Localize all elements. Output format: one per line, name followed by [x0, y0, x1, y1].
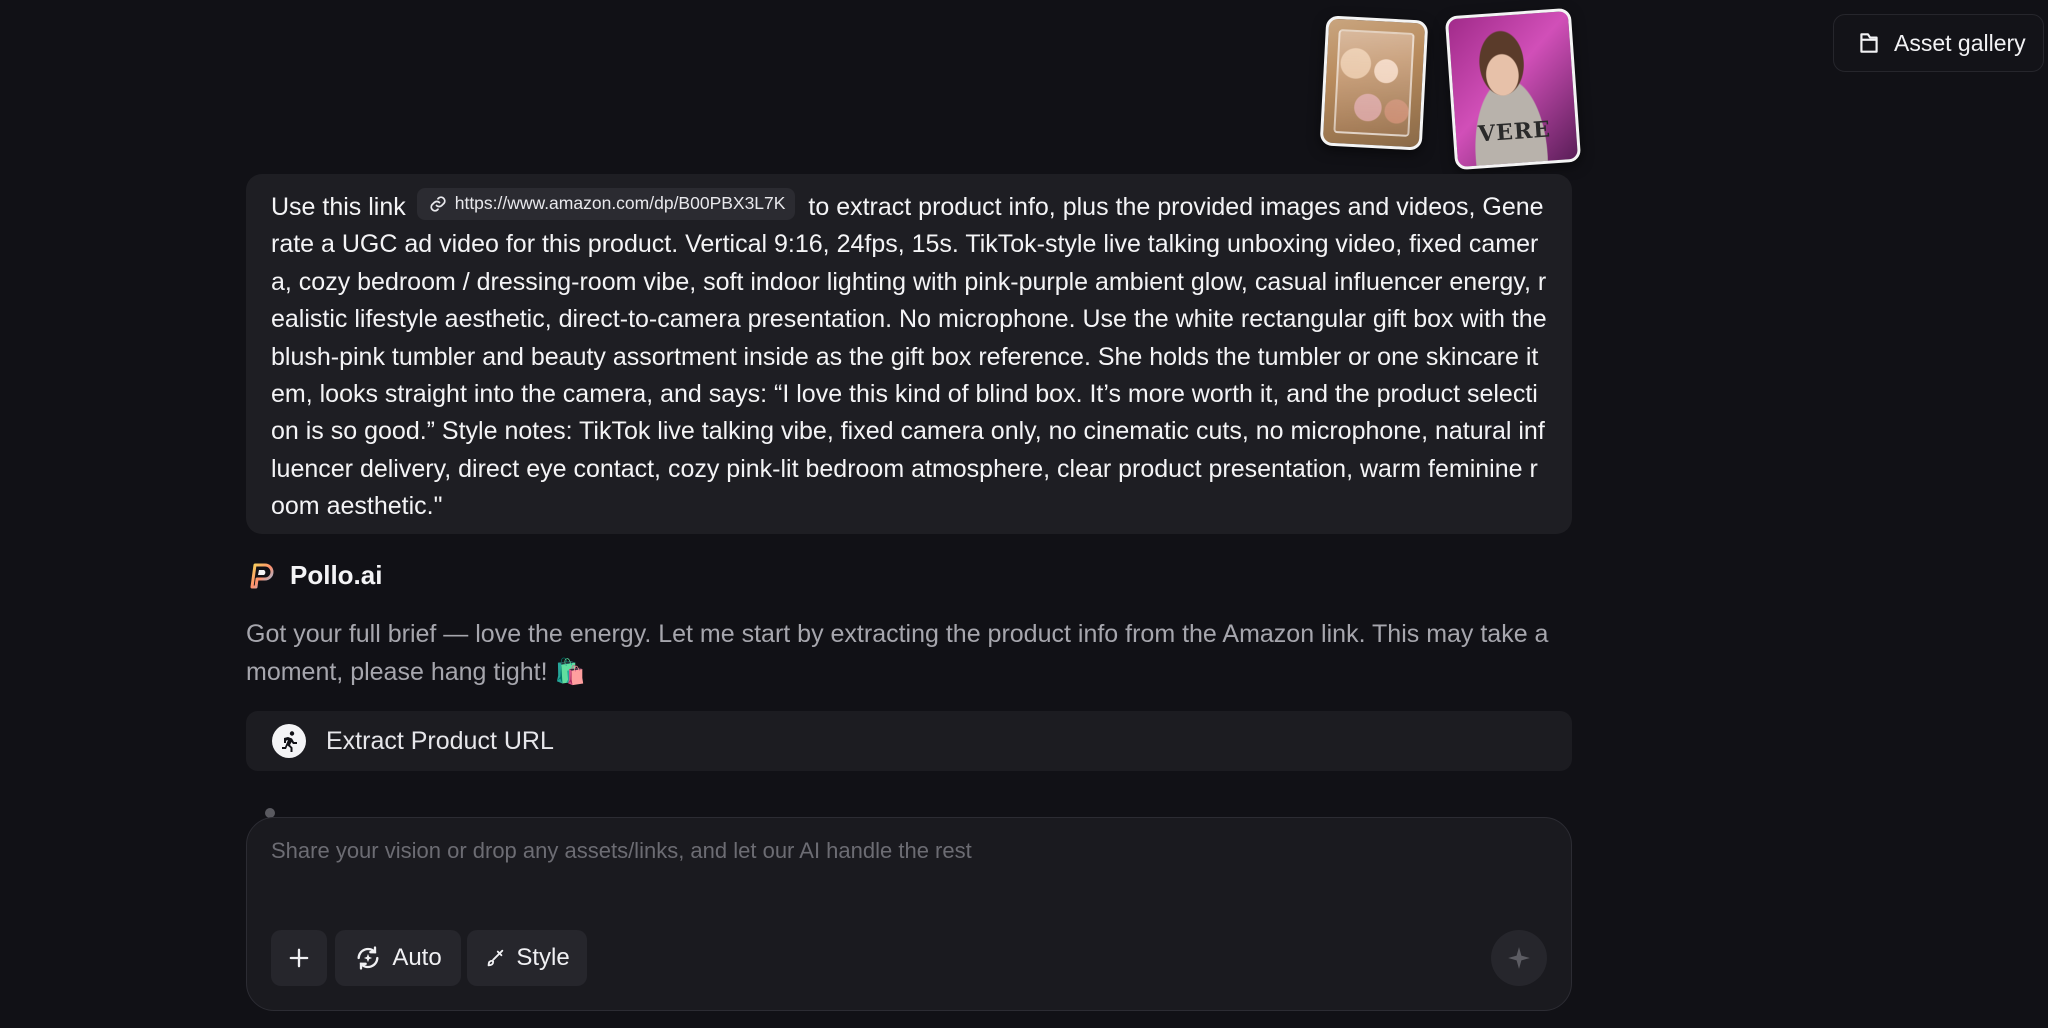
generate-button[interactable] [1491, 930, 1547, 986]
asset-gallery-label: Asset gallery [1894, 29, 2026, 56]
chat-page: Asset gallery VERE Use this link https:/… [0, 0, 2048, 1028]
running-icon [272, 724, 306, 758]
auto-label: Auto [392, 944, 442, 971]
link-icon [430, 196, 446, 212]
attachment-gift-box-thumbnail[interactable] [1319, 15, 1429, 151]
shirt-print-text: VERE [1477, 116, 1552, 148]
sparkle-icon [1508, 947, 1530, 969]
pollo-logo-icon [250, 563, 274, 588]
add-attachment-button[interactable] [271, 930, 327, 986]
folder-icon [1860, 33, 1878, 53]
style-button[interactable]: Style [467, 930, 587, 986]
asset-gallery-button[interactable]: Asset gallery [1833, 14, 2044, 72]
gift-box-image [1333, 29, 1415, 137]
plus-icon [289, 948, 309, 968]
tool-label: Extract Product URL [326, 726, 554, 755]
auto-mode-button[interactable]: Auto [335, 930, 461, 986]
brush-icon [487, 949, 504, 967]
prompt-input[interactable] [271, 838, 1471, 864]
style-label: Style [516, 944, 570, 971]
link-chip[interactable]: https://www.amazon.com/dp/B00PBX3L7K [416, 188, 796, 220]
user-message-prefix: Use this link [271, 193, 406, 221]
user-message-body: to extract product info, plus the provid… [271, 193, 1547, 521]
bot-message: Got your full brief — love the energy. L… [246, 620, 1549, 686]
user-message-bubble: Use this link https://www.amazon.com/dp/… [246, 174, 1572, 534]
bot-name: Pollo.ai [290, 560, 383, 590]
tool-call-card[interactable]: Extract Product URL [246, 711, 1572, 771]
bot-header: Pollo.ai [246, 560, 382, 591]
link-url: https://www.amazon.com/dp/B00PBX3L7K [454, 193, 786, 214]
composer: Auto Style [246, 817, 1572, 1011]
auto-refresh-icon [357, 946, 379, 970]
attachment-person-thumbnail[interactable]: VERE [1444, 7, 1582, 171]
